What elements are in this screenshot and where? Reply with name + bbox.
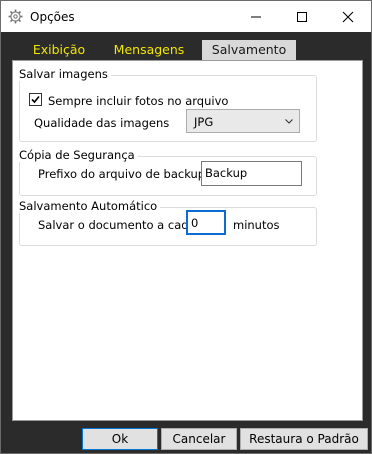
image-quality-label: Qualidade das imagens <box>34 116 170 130</box>
gear-icon <box>8 9 23 24</box>
save-images-title: Salvar imagens <box>19 67 111 81</box>
autosave-title: Salvamento Automático <box>19 199 161 213</box>
restore-defaults-button[interactable]: Restaura o Padrão <box>240 428 368 450</box>
ok-button[interactable]: Ok <box>82 428 158 450</box>
tab-mensagens[interactable]: Mensagens <box>108 40 190 60</box>
window-title: Opções <box>30 10 75 24</box>
save-every-label: Salvar o documento a cada <box>38 218 196 232</box>
salvamento-panel: Salvar imagens Sempre incluir fotos no a… <box>12 60 363 421</box>
include-photos-checkbox[interactable] <box>29 93 42 106</box>
checkmark-icon <box>31 95 40 104</box>
maximize-button[interactable] <box>279 1 325 32</box>
minutes-unit-label: minutos <box>233 218 280 232</box>
minimize-button[interactable] <box>233 1 279 32</box>
tab-exibicao[interactable]: Exibição <box>18 40 100 60</box>
include-photos-label[interactable]: Sempre incluir fotos no arquivo <box>48 94 228 108</box>
title-bar: Opções <box>1 1 371 32</box>
options-window: Opções Exibição Mensagens Salvamento Sal… <box>0 0 372 454</box>
cancel-button[interactable]: Cancelar <box>161 428 237 450</box>
close-icon <box>342 11 354 23</box>
close-button[interactable] <box>325 1 371 32</box>
backup-title: Cópia de Segurança <box>19 148 138 162</box>
image-quality-value: JPG <box>194 115 214 129</box>
autosave-minutes-input[interactable]: 0 <box>186 210 226 235</box>
chevron-down-icon <box>285 119 293 124</box>
image-quality-select[interactable]: JPG <box>186 109 300 133</box>
maximize-icon <box>297 12 307 22</box>
tab-salvamento[interactable]: Salvamento <box>202 40 296 60</box>
tab-bar: Exibição Mensagens Salvamento <box>12 40 362 60</box>
backup-prefix-input[interactable]: Backup <box>201 161 302 186</box>
backup-prefix-label: Prefixo do arquivo de backup: <box>38 167 209 181</box>
minimize-icon <box>251 16 261 18</box>
